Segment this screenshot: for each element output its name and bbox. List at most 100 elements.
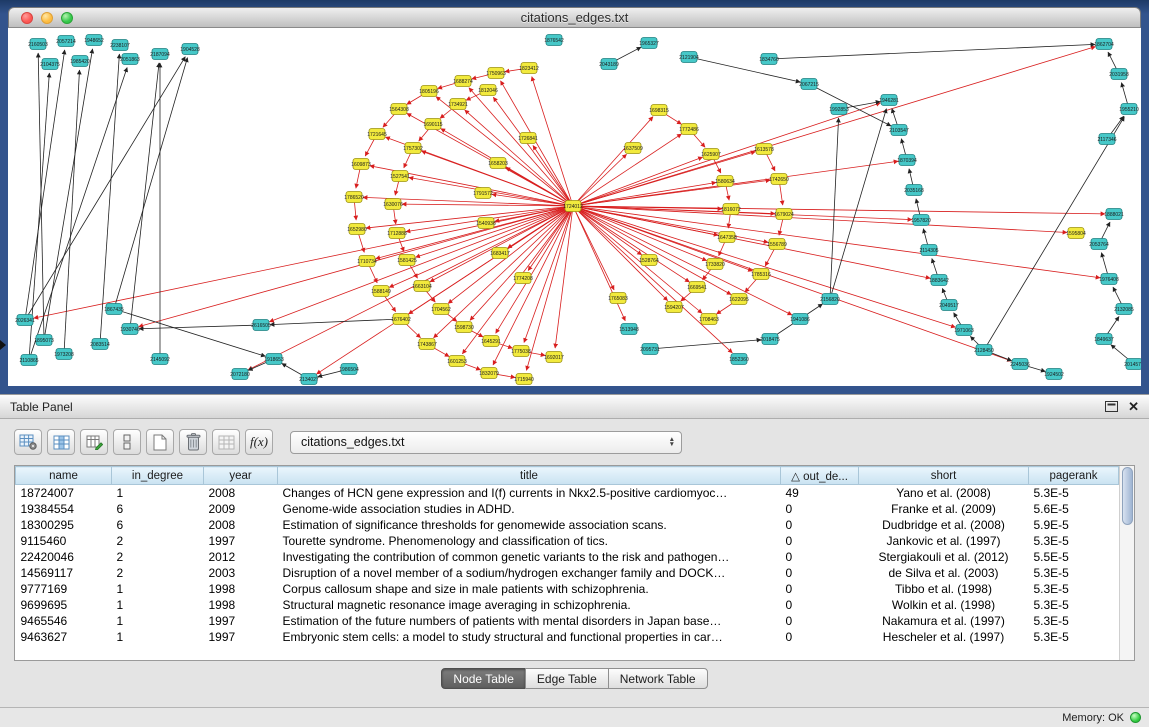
graph-node[interactable]: 1734921: [448, 99, 468, 110]
table-cell-year[interactable]: 2008: [204, 485, 278, 501]
graph-node[interactable]: 1556789: [767, 239, 787, 250]
graph-node[interactable]: 1601253: [447, 356, 467, 367]
table-cell-short[interactable]: Dudbridge et al. (2008): [859, 517, 1029, 533]
graph-node[interactable]: 1965327: [639, 38, 659, 49]
table-cell-pagerank[interactable]: 5.3E-5: [1029, 581, 1119, 597]
graph-edge[interactable]: [573, 157, 703, 206]
table-cell-in_degree[interactable]: 2: [112, 565, 204, 581]
table-row[interactable]: 969969511998Structural magnetic resonanc…: [16, 597, 1119, 613]
graph-edge[interactable]: [830, 118, 839, 299]
graph-node[interactable]: 2616505: [251, 320, 271, 331]
table-settings-icon[interactable]: [14, 429, 42, 455]
table-cell-name[interactable]: 22420046: [16, 549, 112, 565]
zoom-window-button[interactable]: [61, 12, 73, 24]
graph-node[interactable]: 1834760: [759, 54, 779, 65]
graph-node[interactable]: 1637509: [623, 143, 643, 154]
graph-edge[interactable]: [573, 161, 898, 206]
table-cell-pagerank[interactable]: 5.5E-5: [1029, 549, 1119, 565]
graph-node[interactable]: 1883642: [929, 275, 949, 286]
close-window-button[interactable]: [21, 12, 33, 24]
graph-edge[interactable]: [501, 81, 573, 206]
network-canvas-svg[interactable]: 1724012181204617349211690115175730215275…: [8, 28, 1141, 386]
graph-edge[interactable]: [573, 47, 1095, 206]
table-row[interactable]: 1830029562008Estimation of significance …: [16, 517, 1119, 533]
graph-node[interactable]: 1904528: [180, 44, 200, 55]
table-cell-out_degree[interactable]: 0: [781, 565, 859, 581]
table-cell-title[interactable]: Structural magnetic resonance image aver…: [278, 597, 781, 613]
table-cell-name[interactable]: 9115460: [16, 533, 112, 549]
graph-node[interactable]: 1528764: [639, 255, 659, 266]
table-cell-in_degree[interactable]: 2: [112, 549, 204, 565]
graph-node[interactable]: 1598730: [454, 322, 474, 333]
graph-node[interactable]: 1743867: [417, 339, 437, 350]
rows-icon[interactable]: [113, 429, 141, 455]
graph-node[interactable]: 1805196: [419, 86, 439, 97]
table-cell-year[interactable]: 2012: [204, 549, 278, 565]
table-edit-icon[interactable]: [80, 429, 108, 455]
table-cell-short[interactable]: Stergiakouli et al. (2012): [859, 549, 1029, 565]
tab-node-table[interactable]: Node Table: [441, 668, 526, 689]
vertical-scrollbar[interactable]: [1119, 466, 1134, 660]
graph-node[interactable]: 1588149: [371, 286, 391, 297]
table-cell-pagerank[interactable]: 5.3E-5: [1029, 533, 1119, 549]
graph-node[interactable]: 1652980: [347, 224, 367, 235]
table-cell-pagerank[interactable]: 5.3E-5: [1029, 613, 1119, 629]
table-cell-out_degree[interactable]: 0: [781, 581, 859, 597]
table-cell-short[interactable]: Wolkin et al. (1998): [859, 597, 1029, 613]
import-table-icon[interactable]: [212, 429, 240, 455]
table-row[interactable]: 977716911998Corpus callosum shape and si…: [16, 581, 1119, 597]
table-row[interactable]: 946554611997Estimation of the future num…: [16, 613, 1119, 629]
graph-node[interactable]: 2156820: [820, 294, 840, 305]
graph-node[interactable]: 2018475: [760, 334, 780, 345]
table-cell-year[interactable]: 2009: [204, 501, 278, 517]
graph-node[interactable]: 1690115: [423, 119, 442, 130]
graph-edge[interactable]: [130, 63, 159, 329]
graph-node[interactable]: 1823412: [519, 63, 539, 74]
graph-node[interactable]: 1971063: [954, 325, 974, 336]
graph-node[interactable]: 1786520: [344, 192, 364, 203]
graph-node[interactable]: 1527541: [390, 171, 410, 182]
graph-node[interactable]: 1580634: [715, 176, 735, 187]
column-header-year[interactable]: year: [204, 467, 278, 485]
close-panel-icon[interactable]: ✕: [1128, 400, 1139, 413]
graph-edge[interactable]: [573, 206, 707, 261]
graph-node[interactable]: 1710734: [357, 256, 377, 267]
table-cell-short[interactable]: de Silva et al. (2003): [859, 565, 1029, 581]
function-builder-icon[interactable]: f(x): [245, 429, 273, 455]
table-cell-name[interactable]: 9463627: [16, 629, 112, 645]
table-cell-year[interactable]: 1998: [204, 581, 278, 597]
graph-node[interactable]: 1812046: [478, 85, 498, 96]
graph-node[interactable]: 1941086: [790, 314, 810, 325]
graph-node[interactable]: 1946281: [879, 95, 899, 106]
table-cell-title[interactable]: Investigating the contribution of common…: [278, 549, 781, 565]
column-header-pagerank[interactable]: pagerank: [1029, 467, 1119, 485]
graph-edge[interactable]: [573, 206, 792, 315]
graph-edge[interactable]: [573, 206, 702, 313]
table-cell-out_degree[interactable]: 0: [781, 629, 859, 645]
graph-node[interactable]: 1870394: [897, 155, 917, 166]
graph-node[interactable]: 2026341: [15, 315, 35, 326]
graph-node[interactable]: 1862704: [1094, 39, 1114, 50]
graph-node[interactable]: 1765083: [608, 293, 628, 304]
table-cell-pagerank[interactable]: 5.9E-5: [1029, 517, 1119, 533]
table-cell-out_degree[interactable]: 0: [781, 517, 859, 533]
graph-node[interactable]: 2110865: [19, 355, 38, 366]
table-cell-name[interactable]: 18300295: [16, 517, 112, 533]
graph-node[interactable]: 1622095: [729, 294, 749, 305]
graph-node[interactable]: 2031958: [1109, 69, 1129, 80]
graph-edge[interactable]: [573, 206, 930, 278]
table-cell-short[interactable]: Franke et al. (2009): [859, 501, 1029, 517]
table-cell-out_degree[interactable]: 49: [781, 485, 859, 501]
hidden-panel-arrow-icon[interactable]: [0, 340, 6, 350]
graph-edge[interactable]: [25, 50, 65, 320]
graph-node[interactable]: 1832079: [479, 368, 499, 379]
graph-node[interactable]: 1513948: [619, 324, 639, 335]
network-canvas-container[interactable]: 1724012181204617349211690115175730215275…: [8, 28, 1141, 386]
graph-node[interactable]: 1669541: [687, 282, 707, 293]
graph-node[interactable]: 1955210: [1119, 104, 1139, 115]
table-cell-in_degree[interactable]: 6: [112, 501, 204, 517]
graph-node[interactable]: 1895073: [34, 335, 54, 346]
graph-node[interactable]: 2095731: [640, 344, 660, 355]
table-row[interactable]: 1872400712008Changes of HCN gene express…: [16, 485, 1119, 501]
graph-node[interactable]: 1540936: [476, 218, 496, 229]
